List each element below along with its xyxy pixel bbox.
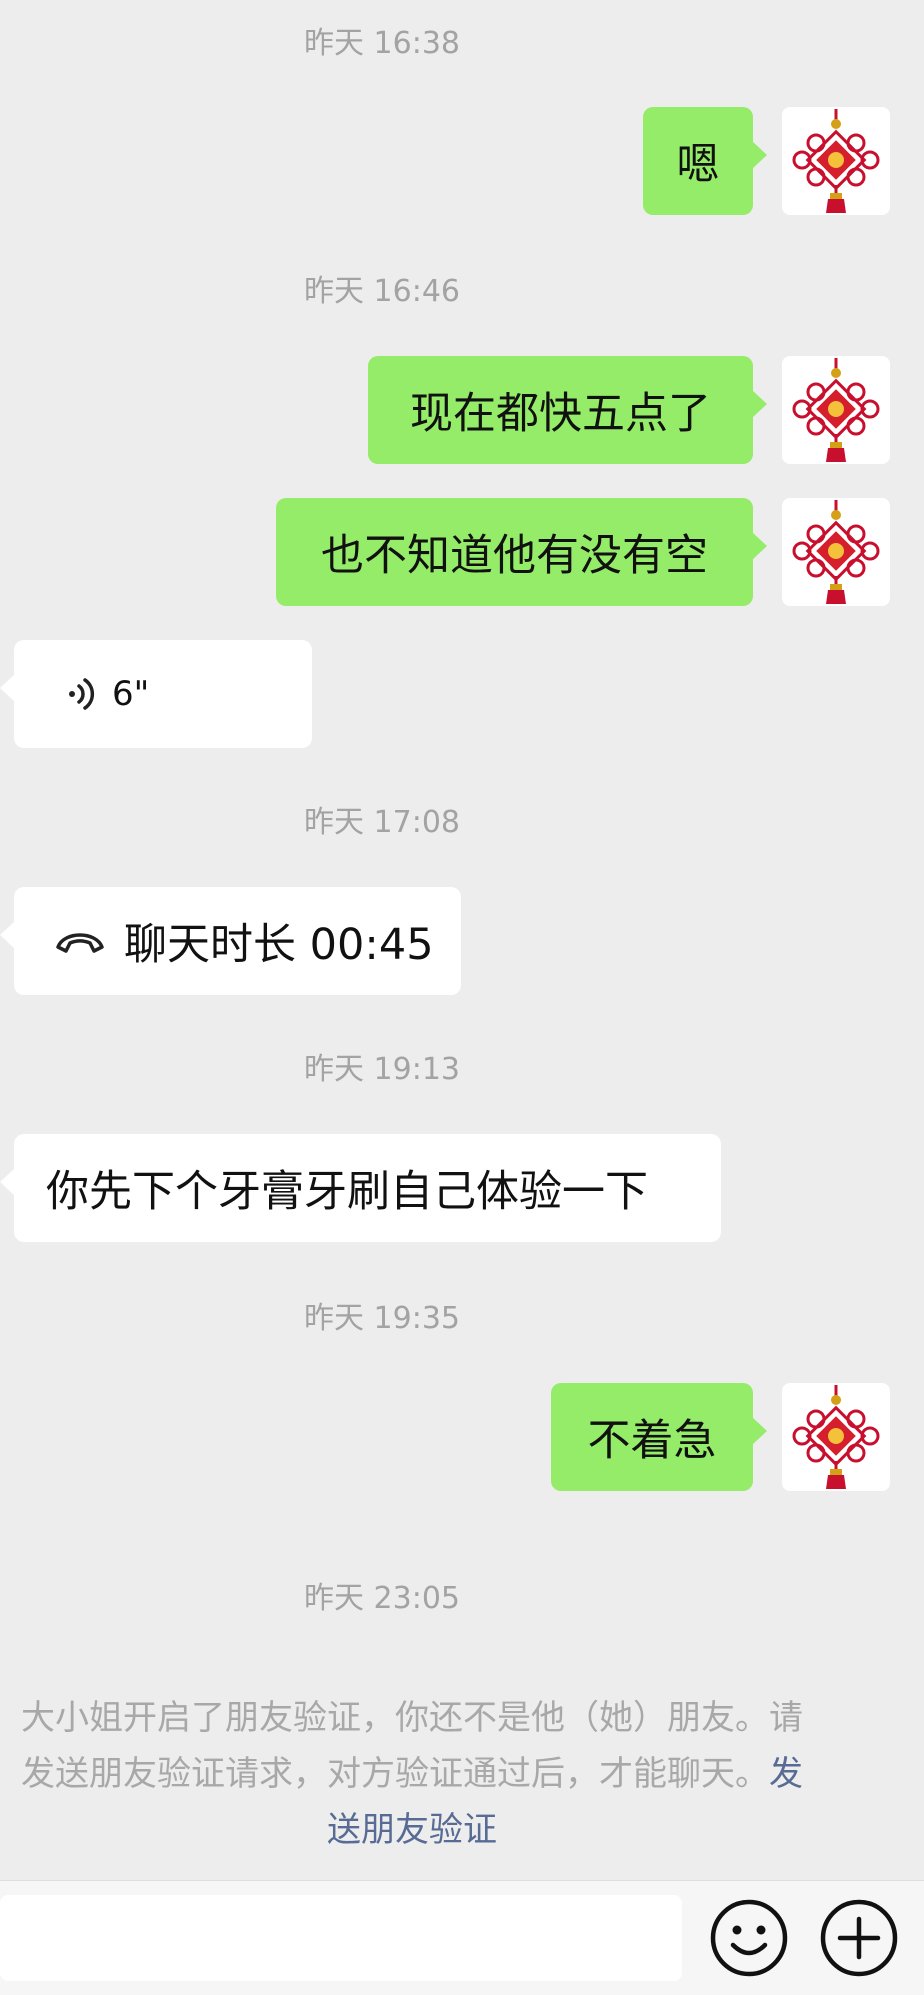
timestamp: 昨天 17:08: [304, 805, 460, 840]
send-verification-link[interactable]: 发: [769, 1754, 803, 1794]
voice-duration: 6": [112, 674, 150, 714]
message-text: 也不知道他有没有空: [321, 531, 708, 581]
voice-message-bubble[interactable]: 6": [0, 640, 312, 748]
plus-icon: [820, 1899, 898, 1977]
timestamp: 昨天 23:05: [304, 1581, 460, 1616]
input-bar: [0, 1880, 924, 1995]
voice-wave-icon: [60, 674, 100, 714]
send-verification-link[interactable]: 送朋友验证: [327, 1810, 497, 1850]
more-button[interactable]: [818, 1897, 900, 1979]
timestamp: 昨天 16:46: [304, 274, 460, 309]
message-text: 嗯: [676, 140, 720, 190]
sent-message-bubble[interactable]: 嗯: [643, 107, 767, 215]
my-avatar[interactable]: [782, 107, 890, 215]
message-text: 现在都快五点了: [410, 389, 711, 439]
received-message-bubble[interactable]: 你先下个牙膏牙刷自己体验一下: [0, 1134, 721, 1242]
phone-hangup-icon: [50, 921, 110, 961]
notice-text: 发送朋友验证请求，对方验证通过后，才能聊天。: [21, 1754, 769, 1794]
sent-message-bubble[interactable]: 现在都快五点了: [368, 356, 767, 464]
sent-message-bubble[interactable]: 也不知道他有没有空: [276, 498, 767, 606]
message-input[interactable]: [0, 1895, 682, 1981]
notice-line: 大小姐开启了朋友验证，你还不是他（她）朋友。请: [21, 1698, 803, 1738]
message-text: 不着急: [587, 1416, 717, 1466]
call-record-bubble[interactable]: 聊天时长 00:45: [0, 887, 461, 995]
notice-line: 送朋友验证: [0, 1802, 832, 1858]
my-avatar[interactable]: [782, 356, 890, 464]
timestamp: 昨天 16:38: [304, 26, 460, 61]
notice-line: 发送朋友验证请求，对方验证通过后，才能聊天。发: [0, 1746, 832, 1802]
message-text: 你先下个牙膏牙刷自己体验一下: [46, 1167, 648, 1217]
emoji-icon: [710, 1899, 788, 1977]
my-avatar[interactable]: [782, 498, 890, 606]
friend-verification-notice: 大小姐开启了朋友验证，你还不是他（她）朋友。请 发送朋友验证请求，对方验证通过后…: [0, 1690, 832, 1858]
emoji-button[interactable]: [708, 1897, 790, 1979]
timestamp: 昨天 19:35: [304, 1301, 460, 1336]
sent-message-bubble[interactable]: 不着急: [551, 1383, 767, 1491]
my-avatar[interactable]: [782, 1383, 890, 1491]
call-duration-text: 聊天时长 00:45: [124, 920, 434, 970]
timestamp: 昨天 19:13: [304, 1052, 460, 1087]
